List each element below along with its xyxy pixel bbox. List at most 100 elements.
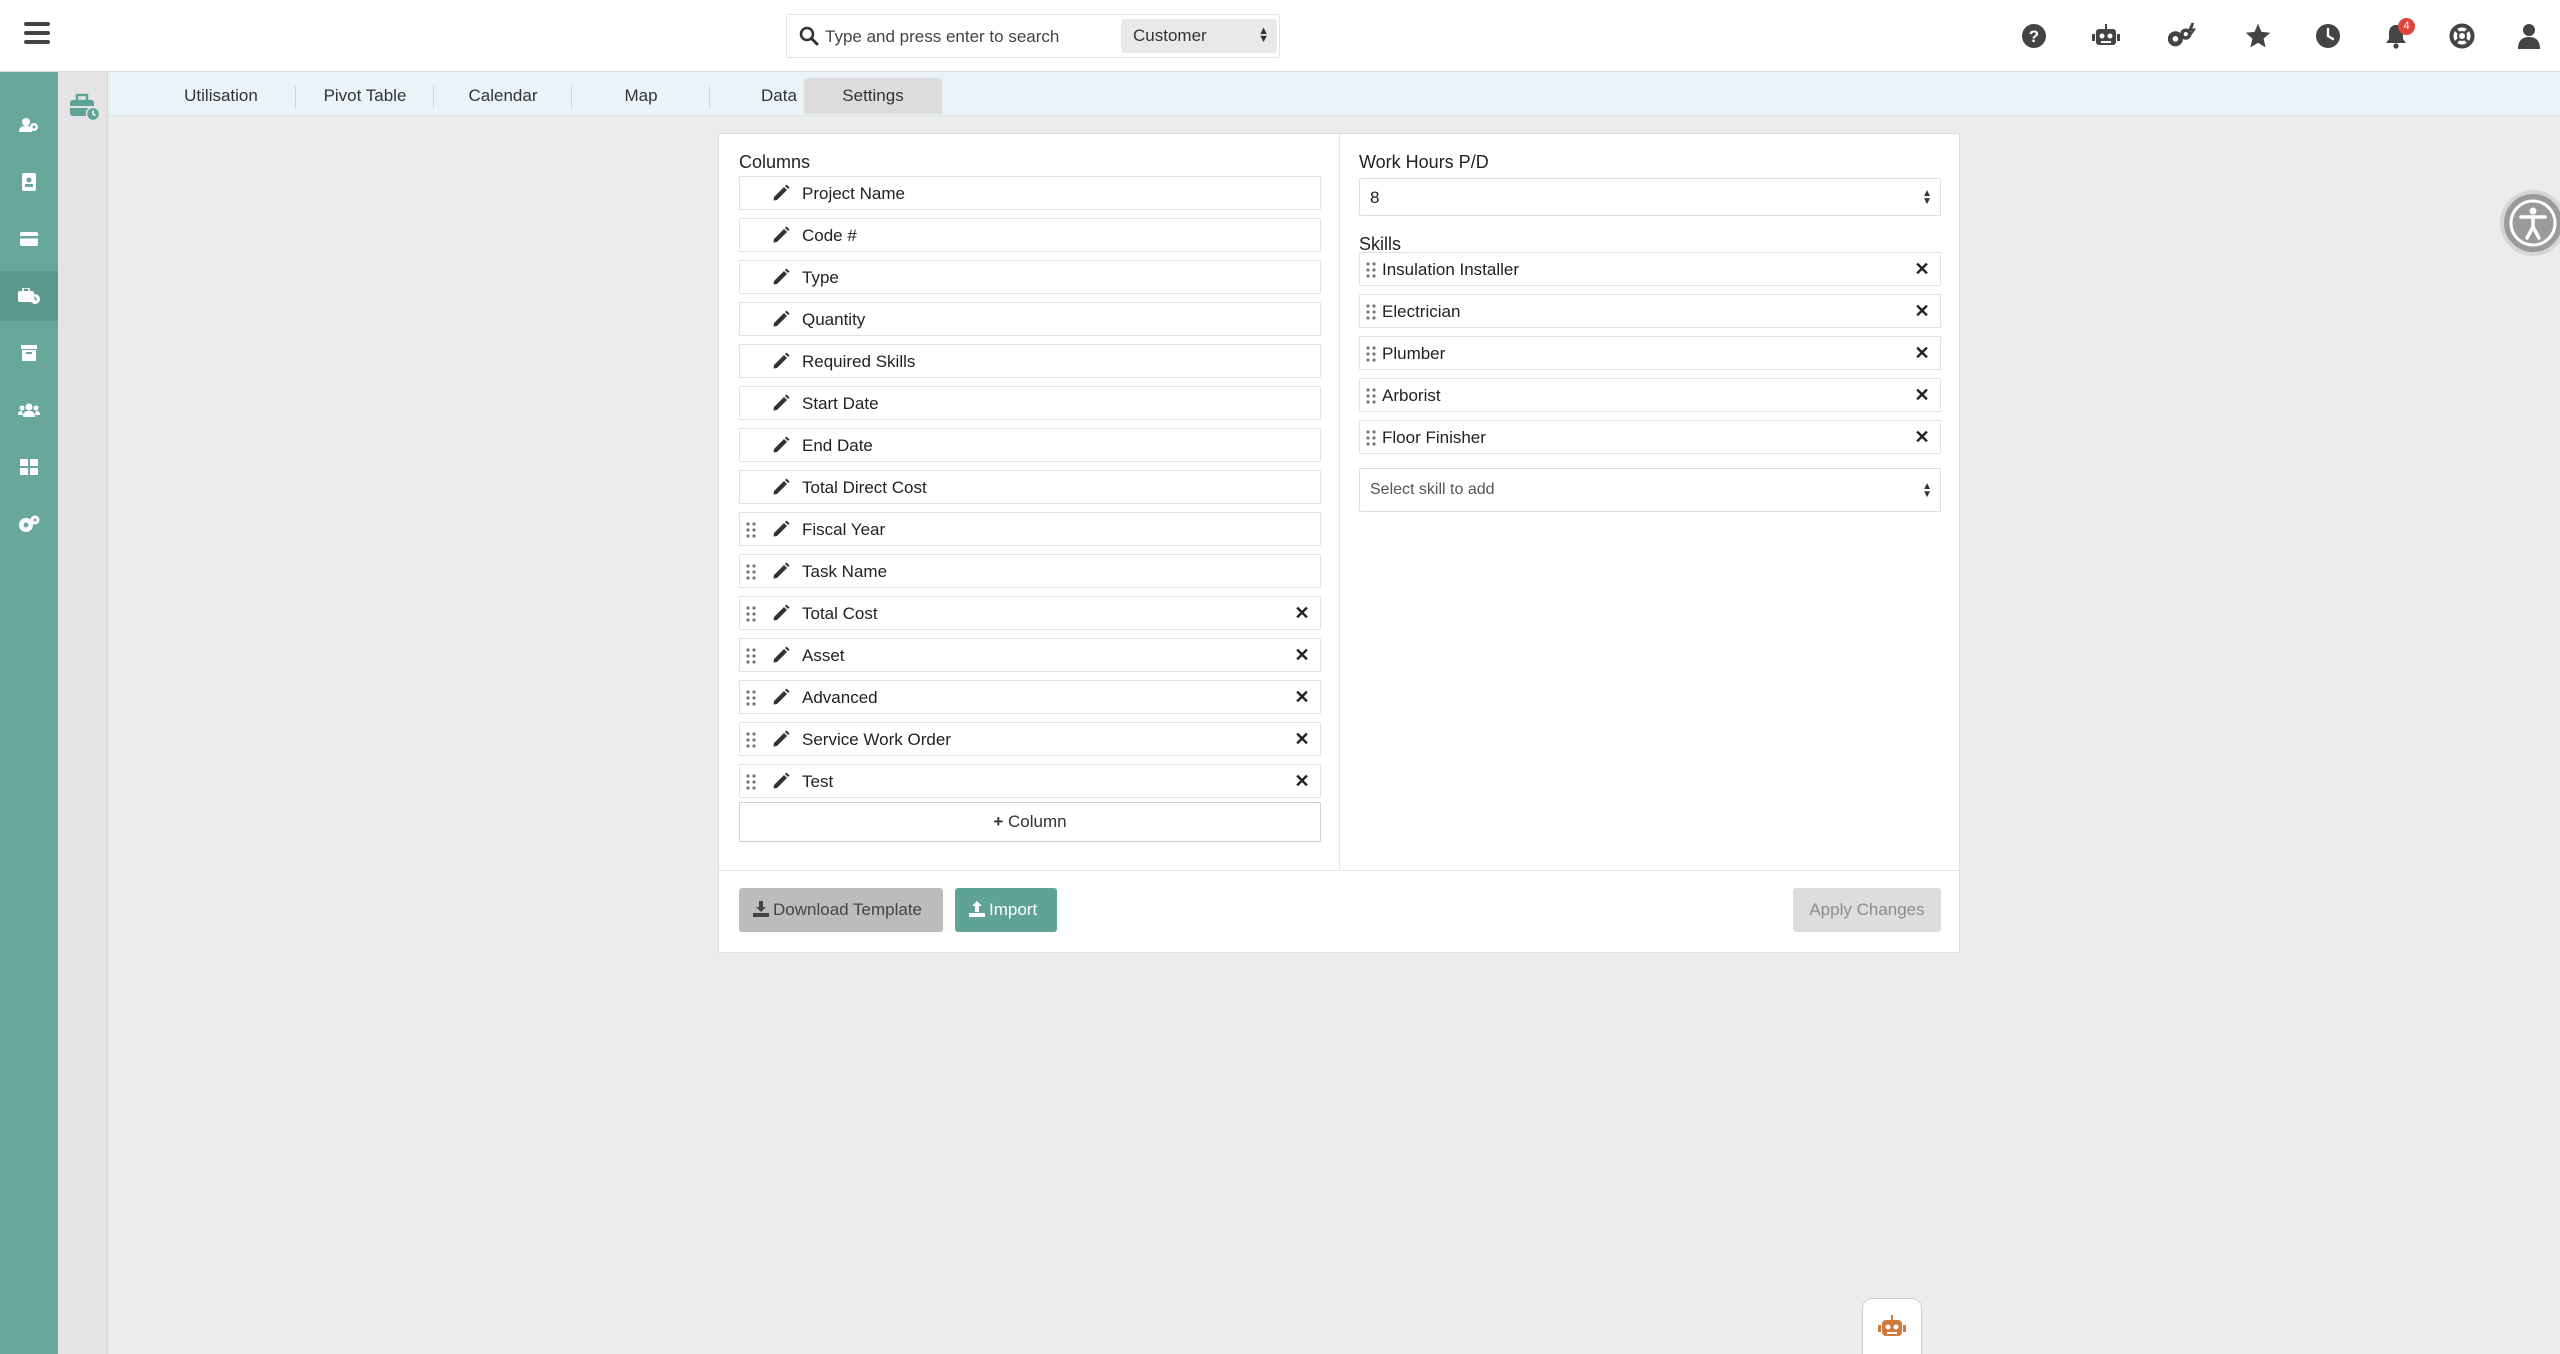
drag-handle-icon[interactable] xyxy=(746,606,756,622)
drag-handle-icon[interactable] xyxy=(1366,304,1376,320)
pencil-edit-icon[interactable] xyxy=(772,268,790,286)
section-rail xyxy=(58,72,108,1354)
global-search: Customer ▲▼ xyxy=(786,14,1280,58)
pencil-edit-icon[interactable] xyxy=(772,394,790,412)
drag-handle-icon[interactable] xyxy=(746,774,756,790)
pencil-edit-icon[interactable] xyxy=(772,562,790,580)
help-icon[interactable]: ? xyxy=(2018,20,2050,52)
column-row[interactable]: Service Work Order ✕ xyxy=(739,722,1321,756)
sidebar-item-resources[interactable] xyxy=(0,271,58,321)
remove-skill-icon[interactable]: ✕ xyxy=(1912,343,1932,363)
skill-row[interactable]: Arborist ✕ xyxy=(1359,378,1941,412)
history-clock-icon[interactable] xyxy=(2312,20,2344,52)
tab-settings[interactable]: Settings xyxy=(804,78,942,114)
add-column-button[interactable]: + Column xyxy=(739,802,1321,842)
pencil-edit-icon[interactable] xyxy=(772,688,790,706)
sidebar-item-teams[interactable] xyxy=(0,385,58,435)
search-input[interactable] xyxy=(825,21,1125,53)
pencil-edit-icon[interactable] xyxy=(772,730,790,748)
remove-skill-icon[interactable]: ✕ xyxy=(1912,301,1932,321)
remove-skill-icon[interactable]: ✕ xyxy=(1912,385,1932,405)
drag-handle-icon[interactable] xyxy=(746,690,756,706)
pencil-edit-icon[interactable] xyxy=(772,184,790,202)
drag-handle-icon[interactable] xyxy=(746,648,756,664)
add-skill-select[interactable]: Select skill to add ▲ ▼ xyxy=(1359,468,1941,512)
column-row[interactable]: Total Cost ✕ xyxy=(739,596,1321,630)
tab-calendar[interactable]: Calendar xyxy=(434,78,572,114)
pencil-edit-icon[interactable] xyxy=(772,520,790,538)
cogs-icon xyxy=(19,515,40,532)
column-name: Code # xyxy=(802,226,857,245)
column-name: Service Work Order xyxy=(802,730,951,749)
column-row[interactable]: End Date xyxy=(739,428,1321,462)
skill-row[interactable]: Insulation Installer ✕ xyxy=(1359,252,1941,286)
pencil-edit-icon[interactable] xyxy=(772,646,790,664)
pencil-edit-icon[interactable] xyxy=(772,310,790,328)
column-row[interactable]: Quantity xyxy=(739,302,1321,336)
pencil-edit-icon[interactable] xyxy=(772,772,790,790)
remove-skill-icon[interactable]: ✕ xyxy=(1912,427,1932,447)
column-row[interactable]: Fiscal Year xyxy=(739,512,1321,546)
remove-column-icon[interactable]: ✕ xyxy=(1292,687,1312,707)
column-row[interactable]: Total Direct Cost xyxy=(739,470,1321,504)
drag-handle-icon[interactable] xyxy=(1366,430,1376,446)
tab-pivot-table[interactable]: Pivot Table xyxy=(296,78,434,114)
sidebar-item-layout[interactable] xyxy=(0,442,58,492)
panel-divider xyxy=(1339,134,1340,870)
drag-handle-icon[interactable] xyxy=(746,564,756,580)
notifications-bell-icon[interactable]: 4 xyxy=(2380,18,2415,52)
search-icon xyxy=(799,26,819,46)
pencil-edit-icon[interactable] xyxy=(772,478,790,496)
remove-column-icon[interactable]: ✕ xyxy=(1292,603,1312,623)
tab-map[interactable]: Map xyxy=(572,78,710,114)
remove-skill-icon[interactable]: ✕ xyxy=(1912,259,1932,279)
skill-row[interactable]: Electrician ✕ xyxy=(1359,294,1941,328)
remove-column-icon[interactable]: ✕ xyxy=(1292,645,1312,665)
drag-handle-icon[interactable] xyxy=(1366,388,1376,404)
column-row[interactable]: Code # xyxy=(739,218,1321,252)
column-row[interactable]: Test ✕ xyxy=(739,764,1321,798)
sidebar-item-archive[interactable] xyxy=(0,328,58,378)
tab-utilisation[interactable]: Utilisation xyxy=(146,78,296,114)
remove-column-icon[interactable]: ✕ xyxy=(1292,729,1312,749)
column-row[interactable]: Advanced ✕ xyxy=(739,680,1321,714)
work-hours-select[interactable]: 8 ▲ ▼ xyxy=(1359,178,1941,216)
skill-row[interactable]: Floor Finisher ✕ xyxy=(1359,420,1941,454)
search-scope-value: Customer xyxy=(1133,26,1207,45)
star-icon[interactable] xyxy=(2242,20,2274,52)
user-profile-icon[interactable] xyxy=(2513,20,2545,52)
drag-handle-icon[interactable] xyxy=(746,522,756,538)
pencil-edit-icon[interactable] xyxy=(772,352,790,370)
column-row[interactable]: Project Name xyxy=(739,176,1321,210)
column-row[interactable]: Type xyxy=(739,260,1321,294)
remove-column-icon[interactable]: ✕ xyxy=(1292,771,1312,791)
column-name: Project Name xyxy=(802,184,905,203)
users-gear-icon xyxy=(19,118,38,132)
column-row[interactable]: Task Name xyxy=(739,554,1321,588)
accessibility-widget-button[interactable] xyxy=(2500,190,2560,256)
pencil-edit-icon[interactable] xyxy=(772,604,790,622)
drag-handle-icon[interactable] xyxy=(1366,346,1376,362)
download-template-button[interactable]: Download Template xyxy=(739,888,943,932)
column-row[interactable]: Start Date xyxy=(739,386,1321,420)
sidebar-item-settings[interactable] xyxy=(0,499,58,549)
sidebar-item-contacts[interactable] xyxy=(0,157,58,207)
hamburger-menu-icon[interactable] xyxy=(24,22,50,46)
support-lifebuoy-icon[interactable] xyxy=(2446,20,2478,52)
column-name: Start Date xyxy=(802,394,879,413)
drag-handle-icon[interactable] xyxy=(1366,262,1376,278)
sidebar-item-dashboard[interactable] xyxy=(0,100,58,150)
skill-row[interactable]: Plumber ✕ xyxy=(1359,336,1941,370)
gears-bolt-icon[interactable] xyxy=(2166,20,2198,52)
drag-handle-icon[interactable] xyxy=(746,732,756,748)
apply-changes-button[interactable]: Apply Changes xyxy=(1793,888,1941,932)
pencil-edit-icon[interactable] xyxy=(772,226,790,244)
column-row[interactable]: Asset ✕ xyxy=(739,638,1321,672)
column-row[interactable]: Required Skills xyxy=(739,344,1321,378)
search-scope-select[interactable]: Customer ▲ ▼ xyxy=(1121,19,1277,53)
robot-icon[interactable] xyxy=(2090,20,2122,52)
chatbot-launcher[interactable] xyxy=(1862,1298,1922,1354)
sidebar-item-billing[interactable] xyxy=(0,214,58,264)
import-button[interactable]: Import xyxy=(955,888,1057,932)
pencil-edit-icon[interactable] xyxy=(772,436,790,454)
